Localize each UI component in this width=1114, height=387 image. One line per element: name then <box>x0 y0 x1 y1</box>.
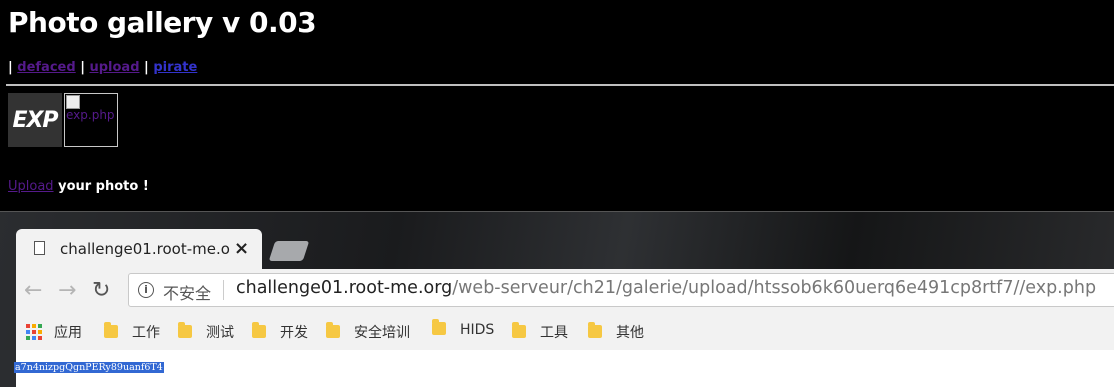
folder-icon <box>104 322 118 338</box>
back-arrow-icon[interactable]: ← <box>24 278 42 303</box>
security-status[interactable]: 不安全 <box>163 280 211 304</box>
upload-line: Upload your photo ! <box>8 179 149 194</box>
bookmark-label: HIDS <box>460 322 495 338</box>
thumbnail-label: EXP <box>12 107 58 133</box>
upload-link[interactable]: Upload <box>8 179 54 194</box>
url-host: challenge01.root-me.org <box>236 278 453 298</box>
apps-grid-icon[interactable] <box>26 324 42 340</box>
bookmark-security-training[interactable]: 安全培训 <box>326 322 410 342</box>
folder-icon <box>588 322 602 338</box>
page-content <box>0 350 1114 387</box>
bookmark-apps[interactable]: 应用 <box>54 322 82 342</box>
tab-title: challenge01.root-me.org <box>60 240 230 258</box>
bookmark-label: 测试 <box>206 325 234 341</box>
browser-screenshot: challenge01.root-me.org × ← → ↻ i 不安全 ch… <box>0 211 1114 387</box>
bookmark-label: 工作 <box>132 325 160 341</box>
bookmarks-bar: 应用 工作 测试 开发 安全培训 HIDS 工具 其他 <box>16 314 1114 350</box>
url-text[interactable]: challenge01.root-me.org/web-serveur/ch21… <box>236 278 1096 298</box>
reload-icon[interactable]: ↻ <box>92 278 110 303</box>
selected-page-text[interactable]: a7n4nizpgQgnPERy89uanf6T4 <box>14 362 164 373</box>
nav-separator: | <box>139 60 154 75</box>
nav-link-pirate[interactable]: pirate <box>153 60 197 75</box>
bookmark-dev[interactable]: 开发 <box>252 322 308 342</box>
gallery-nav: | defaced | upload | pirate <box>8 60 197 75</box>
folder-icon <box>252 322 266 338</box>
gallery-thumbnail-exp[interactable]: EXP <box>8 93 62 147</box>
url-path: /web-serveur/ch21/galerie/upload/htssob6… <box>452 278 1097 298</box>
nav-link-defaced[interactable]: defaced <box>17 60 75 75</box>
bookmark-tools[interactable]: 工具 <box>512 322 568 342</box>
page-title: Photo gallery v 0.03 <box>8 6 317 39</box>
folder-icon <box>178 322 192 338</box>
bookmark-label: 开发 <box>280 325 308 341</box>
bookmark-label: 安全培训 <box>354 325 410 341</box>
nav-separator: | <box>8 60 18 75</box>
upload-text: your photo ! <box>53 179 149 194</box>
new-tab-button[interactable] <box>268 241 310 261</box>
info-icon[interactable]: i <box>138 282 154 298</box>
divider <box>6 84 1114 86</box>
nav-separator: | <box>75 60 90 75</box>
gallery-thumbnail-broken[interactable]: exp.php <box>64 93 118 147</box>
bookmark-work[interactable]: 工作 <box>104 322 160 342</box>
bookmark-test[interactable]: 测试 <box>178 322 234 342</box>
folder-icon <box>432 319 446 335</box>
forward-arrow-icon[interactable]: → <box>58 278 76 303</box>
close-icon[interactable]: × <box>234 238 249 259</box>
nav-link-upload[interactable]: upload <box>89 60 139 75</box>
bookmark-label: 工具 <box>540 325 568 341</box>
page-icon <box>34 241 45 255</box>
folder-icon <box>326 322 340 338</box>
image-alt-text: exp.php <box>66 108 115 122</box>
folder-icon <box>512 322 526 338</box>
bookmark-label: 其他 <box>616 325 644 341</box>
address-separator <box>223 280 224 300</box>
bookmark-other[interactable]: 其他 <box>588 322 644 342</box>
browser-tab[interactable]: challenge01.root-me.org × <box>16 229 262 269</box>
address-bar[interactable]: i 不安全 challenge01.root-me.org/web-serveu… <box>128 273 1114 307</box>
browser-toolbar: ← → ↻ i 不安全 challenge01.root-me.org/web-… <box>16 269 1114 314</box>
broken-image-icon <box>66 95 80 109</box>
bookmark-hids[interactable]: HIDS <box>432 319 495 338</box>
